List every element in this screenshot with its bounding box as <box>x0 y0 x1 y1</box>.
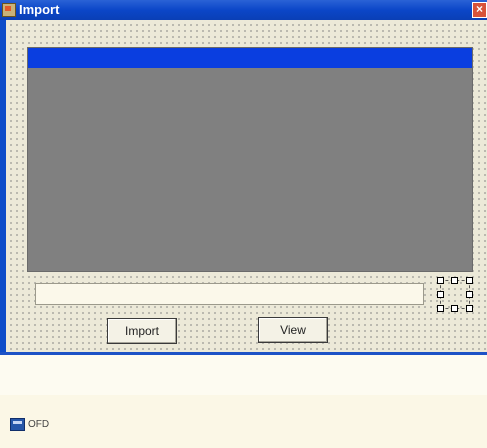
window-title: Import <box>19 2 60 17</box>
tray-item-label: OFD <box>28 419 50 430</box>
file-path-input[interactable] <box>35 283 424 305</box>
title-bar[interactable]: Import × <box>0 0 487 20</box>
resize-handle-ne[interactable] <box>466 277 473 284</box>
import-button[interactable]: Import <box>107 318 177 344</box>
grid-header[interactable] <box>28 48 472 68</box>
open-file-dialog-icon <box>10 418 25 431</box>
resize-handle-n[interactable] <box>451 277 458 284</box>
open-file-dialog-selection[interactable] <box>437 277 473 312</box>
app-icon <box>2 3 16 17</box>
resize-handle-e[interactable] <box>466 291 473 298</box>
view-button[interactable]: View <box>258 317 328 343</box>
resize-handle-se[interactable] <box>466 305 473 312</box>
close-button[interactable]: × <box>472 2 487 18</box>
resize-handle-nw[interactable] <box>437 277 444 284</box>
component-tray <box>0 395 487 448</box>
resize-handle-sw[interactable] <box>437 305 444 312</box>
data-grid-view[interactable] <box>27 47 473 272</box>
resize-handle-w[interactable] <box>437 291 444 298</box>
designer-canvas: Import × Import View OFD <box>0 0 487 448</box>
resize-handle-s[interactable] <box>451 305 458 312</box>
window-bottom-border <box>0 352 487 355</box>
